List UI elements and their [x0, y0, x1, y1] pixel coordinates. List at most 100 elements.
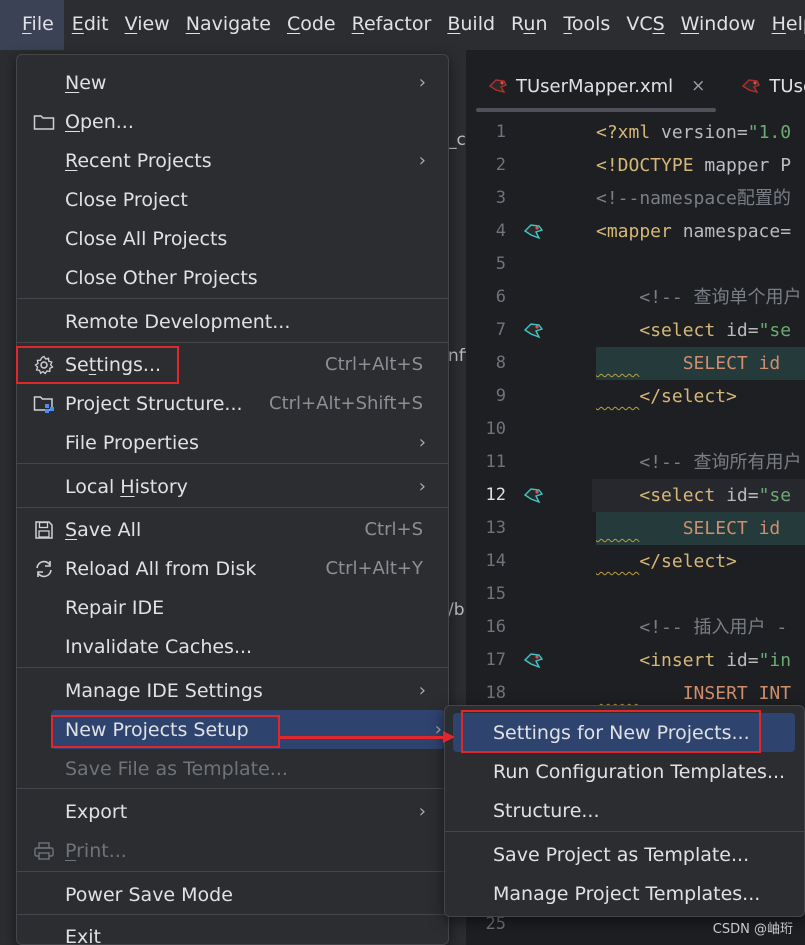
menu-item-project-structure[interactable]: Project Structure... Ctrl+Alt+Shift+S: [17, 384, 448, 423]
menu-item-save-all[interactable]: Save All Ctrl+S: [17, 510, 448, 549]
menu-tools[interactable]: Tools: [556, 0, 619, 50]
menu-edit[interactable]: Edit: [64, 0, 117, 50]
menu-run[interactable]: Run: [503, 0, 555, 50]
menu-help[interactable]: Help: [764, 0, 805, 50]
menu-item-recent-projects[interactable]: Recent Projects ›: [17, 141, 448, 180]
menu-refactor[interactable]: Refactor: [344, 0, 440, 50]
tab-tuse[interactable]: TUse: [719, 64, 805, 108]
menu-item-power-save-mode[interactable]: Power Save Mode: [17, 875, 448, 914]
annotation-box-settings: [16, 346, 179, 384]
menu-build[interactable]: Build: [439, 0, 503, 50]
line-number: 7: [495, 320, 506, 340]
submenu-item-save-project-as-template[interactable]: Save Project as Template...: [445, 835, 804, 874]
menu-separator: [17, 788, 448, 789]
menu-separator: [17, 914, 448, 915]
code-line: </select>: [639, 386, 737, 407]
menu-item-repair-ide[interactable]: Repair IDE: [17, 588, 448, 627]
shortcut-label: Ctrl+Alt+Y: [325, 558, 423, 579]
mapper-navigation-icon[interactable]: [522, 221, 544, 241]
line-number: 6: [495, 287, 506, 307]
line-number: 8: [495, 353, 506, 373]
menu-item-export[interactable]: Export ›: [17, 792, 448, 831]
chevron-right-icon: ›: [418, 801, 426, 822]
line-number: 2: [495, 155, 506, 175]
menu-item-close-project[interactable]: Close Project: [17, 180, 448, 219]
submenu-item-run-configuration-templates[interactable]: Run Configuration Templates...: [445, 752, 804, 791]
line-number: 17: [485, 650, 506, 670]
menu-bar: File Edit View Navigate Code Refactor Bu…: [0, 0, 805, 50]
chevron-right-icon: ›: [418, 150, 426, 171]
submenu-item-manage-project-templates[interactable]: Manage Project Templates...: [445, 874, 804, 913]
code-line: SELECT id: [682, 353, 781, 374]
submenu-item-structure[interactable]: Structure...: [445, 791, 804, 830]
chevron-right-icon: ›: [418, 476, 426, 497]
menu-item-close-other-projects[interactable]: Close Other Projects: [17, 258, 448, 297]
line-number: 13: [485, 518, 506, 538]
mapper-navigation-icon[interactable]: [522, 320, 544, 340]
annotation-box-new-projects-setup: [51, 715, 280, 748]
code-line: <?xml version="1.0: [596, 122, 792, 143]
line-number: 11: [485, 452, 506, 472]
menu-separator: [17, 342, 448, 343]
menu-item-open[interactable]: Open...: [17, 102, 448, 141]
code-line: <!--namespace配置的: [596, 188, 791, 209]
code-line: </select>: [639, 551, 737, 572]
mybatis-bird-icon: [488, 79, 507, 94]
line-number: 9: [495, 386, 506, 406]
menu-vcs[interactable]: VCS: [618, 0, 672, 50]
close-icon[interactable]: ×: [691, 76, 705, 96]
code-line: <!DOCTYPE mapper P: [596, 155, 792, 176]
line-number: 16: [485, 617, 506, 637]
menu-item-reload-all[interactable]: Reload All from Disk Ctrl+Alt+Y: [17, 549, 448, 588]
tool-window-strip: [0, 50, 14, 945]
menu-item-exit[interactable]: Exit: [17, 917, 448, 945]
menu-item-close-all-projects[interactable]: Close All Projects: [17, 219, 448, 258]
menu-item-manage-ide-settings[interactable]: Manage IDE Settings ›: [17, 671, 448, 710]
menu-item-new[interactable]: New ›: [17, 63, 448, 102]
menu-item-remote-development[interactable]: Remote Development...: [17, 302, 448, 341]
project-panel-text: /b: [448, 600, 465, 620]
menu-separator: [17, 871, 448, 872]
editor-tabs: TUserMapper.xml × TUse: [466, 64, 805, 108]
code-line: <!-- 查询单个用户: [639, 287, 802, 308]
code-line: <select id="se: [639, 485, 792, 506]
tab-label: TUse: [769, 75, 805, 97]
code-line: <!-- 查询所有用户: [639, 452, 802, 473]
menu-window[interactable]: Window: [673, 0, 764, 50]
menu-file[interactable]: File: [0, 0, 64, 50]
refresh-icon: [33, 558, 55, 580]
line-number: 25: [485, 914, 506, 934]
menu-separator: [17, 463, 448, 464]
code-line: <select id="se: [639, 320, 792, 341]
menu-separator: [17, 507, 448, 508]
tab-tusermapper-xml[interactable]: TUserMapper.xml ×: [466, 64, 719, 108]
menu-view[interactable]: View: [117, 0, 178, 50]
annotation-box-settings-for-new-projects: [461, 710, 761, 753]
annotation-arrow-line: [279, 736, 443, 739]
shortcut-label: Ctrl+Alt+Shift+S: [269, 393, 423, 414]
watermark: CSDN @岫珩: [712, 922, 793, 937]
menu-navigate[interactable]: Navigate: [178, 0, 279, 50]
chevron-right-icon: ›: [418, 432, 426, 453]
printer-icon: [33, 840, 55, 862]
project-structure-icon: [33, 393, 55, 415]
menu-item-invalidate-caches[interactable]: Invalidate Caches...: [17, 627, 448, 666]
annotation-arrow-head: [443, 731, 455, 743]
line-number: 3: [495, 188, 506, 208]
save-icon: [33, 519, 55, 541]
mapper-navigation-icon[interactable]: [522, 485, 544, 505]
menu-code[interactable]: Code: [279, 0, 344, 50]
line-number-current: 12: [485, 485, 506, 505]
line-number: 14: [485, 551, 506, 571]
mapper-navigation-icon[interactable]: [522, 650, 544, 670]
menu-item-local-history[interactable]: Local History ›: [17, 467, 448, 506]
menu-separator: [17, 298, 448, 299]
mybatis-bird-icon: [742, 79, 761, 94]
line-number: 1: [495, 122, 506, 142]
menu-item-file-properties[interactable]: File Properties ›: [17, 423, 448, 462]
menu-separator: [445, 831, 804, 832]
project-panel-text: _c: [448, 130, 466, 150]
shortcut-label: Ctrl+Alt+S: [325, 354, 423, 375]
menu-item-print: Print...: [17, 831, 448, 870]
chevron-right-icon: ›: [418, 72, 426, 93]
